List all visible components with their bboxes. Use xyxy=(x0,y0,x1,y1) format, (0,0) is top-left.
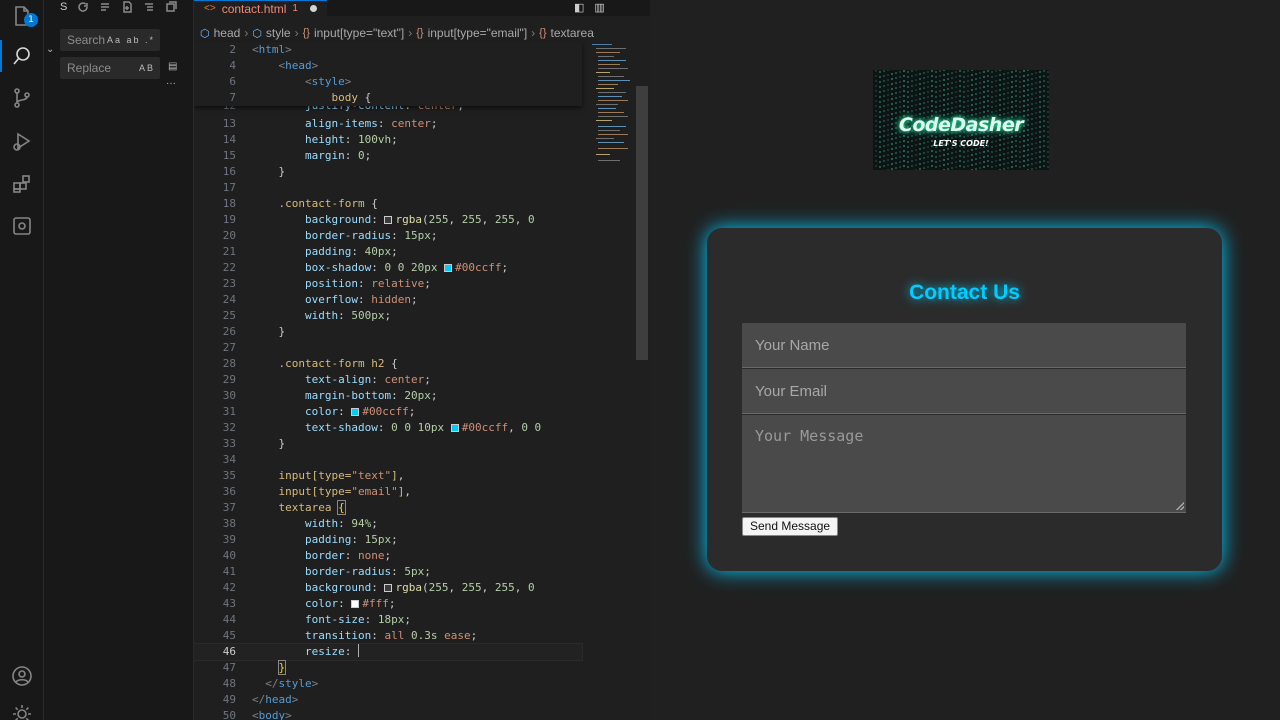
more-options-icon[interactable]: ··· xyxy=(166,78,176,89)
email-input[interactable]: Your Email xyxy=(742,369,1186,414)
contact-heading: Contact Us xyxy=(909,281,1020,304)
search-options[interactable]: Aa ab .* xyxy=(107,30,155,50)
text-cursor xyxy=(357,644,359,657)
code-editor: <> contact.html 1 ◧ ▥ ⬡ head › ⬡ style ›… xyxy=(194,0,650,720)
code-area[interactable]: 12 justify-content: center; 13 align-ite… xyxy=(194,42,583,720)
selector-icon: {} xyxy=(539,27,547,39)
browser-preview: CodeDasher LET'S CODE! Contact Us Your N… xyxy=(650,0,1280,720)
breadcrumb-item[interactable]: textarea xyxy=(551,26,594,40)
send-message-button[interactable]: Send Message xyxy=(742,517,839,536)
message-textarea[interactable]: Your Message xyxy=(742,415,1186,513)
screen: 1 S ⌄ Search Aa ab .* Replace AB ▤ ··· <… xyxy=(0,0,1280,720)
tab-contact-html[interactable]: <> contact.html 1 xyxy=(194,0,327,16)
split-editor-icon[interactable]: ▥ xyxy=(594,1,604,14)
explorer-badge: 1 xyxy=(24,13,38,27)
activity-bar: 1 xyxy=(0,0,44,720)
search-input[interactable]: Search Aa ab .* xyxy=(60,29,160,51)
tab-bar: <> contact.html 1 ◧ ▥ xyxy=(194,0,650,16)
current-line-number: 46 xyxy=(222,645,236,658)
editor-actions: ◧ ▥ xyxy=(574,1,605,14)
collapse-all-icon[interactable] xyxy=(165,1,178,13)
logo-subtitle: LET'S CODE! xyxy=(933,139,989,148)
editor-scrollbar[interactable] xyxy=(636,86,648,360)
toggle-replace-chevron-icon[interactable]: ⌄ xyxy=(46,44,54,55)
element-icon: ⬡ xyxy=(252,27,262,40)
breadcrumb-item[interactable]: input[type="email"] xyxy=(428,26,528,40)
selector-icon: {} xyxy=(416,27,424,39)
sidebar-header: S xyxy=(60,0,178,14)
breadcrumb: ⬡ head › ⬡ style › {} input[type="text"]… xyxy=(200,26,594,40)
remote-explorer-icon[interactable] xyxy=(8,212,36,240)
account-icon[interactable] xyxy=(8,662,36,690)
contact-form: Contact Us Your Name Your Email Your Mes… xyxy=(707,228,1222,571)
replace-input[interactable]: Replace AB xyxy=(60,57,160,79)
tab-filename: contact.html xyxy=(221,1,287,16)
breadcrumb-item[interactable]: style xyxy=(266,26,291,40)
minimap[interactable] xyxy=(588,42,636,172)
new-search-editor-icon[interactable] xyxy=(121,1,133,13)
logo-title: CodeDasher xyxy=(898,114,1024,136)
problems-count: 1 xyxy=(292,3,298,14)
unsaved-dot-icon[interactable] xyxy=(309,5,317,12)
element-icon: ⬡ xyxy=(200,27,210,40)
settings-gear-icon[interactable] xyxy=(8,700,36,720)
view-as-tree-icon[interactable] xyxy=(143,1,155,13)
preserve-case-option[interactable]: AB xyxy=(139,58,155,78)
breadcrumb-item[interactable]: input[type="text"] xyxy=(314,26,404,40)
search-sidebar: S ⌄ Search Aa ab .* Replace AB ▤ ··· xyxy=(44,0,194,720)
resize-grip-icon[interactable] xyxy=(1176,502,1184,510)
clear-results-icon[interactable] xyxy=(99,1,111,13)
name-input[interactable]: Your Name xyxy=(742,323,1186,368)
codedasher-logo: CodeDasher LET'S CODE! xyxy=(873,70,1049,170)
selector-icon: {} xyxy=(302,27,310,39)
open-preview-icon[interactable]: ◧ xyxy=(574,1,584,14)
run-debug-icon[interactable] xyxy=(8,127,36,155)
source-control-icon[interactable] xyxy=(8,84,36,112)
search-icon[interactable] xyxy=(8,42,36,70)
sidebar-title: S xyxy=(60,1,68,13)
html-file-icon: <> xyxy=(204,3,216,14)
active-indicator xyxy=(0,40,2,72)
refresh-icon[interactable] xyxy=(77,1,89,13)
extensions-icon[interactable] xyxy=(8,170,36,198)
breadcrumb-item[interactable]: head xyxy=(214,26,241,40)
replace-all-icon[interactable]: ▤ xyxy=(168,61,177,72)
sticky-scroll-header[interactable]: 2 <html> 4 <head> 6 <style> 7 body { xyxy=(194,42,582,106)
